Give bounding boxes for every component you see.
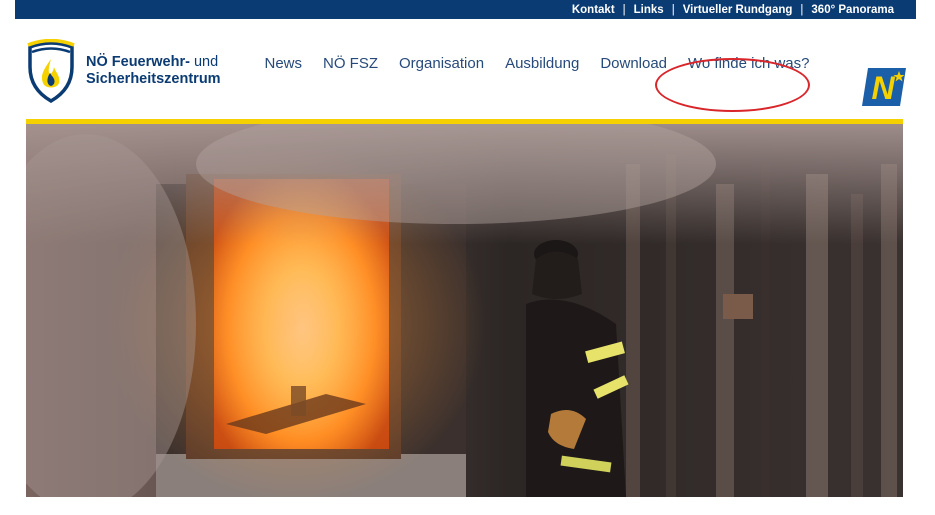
- logo-line1-bold: NÖ Feuerwehr-: [86, 54, 190, 70]
- hero-image: [26, 124, 903, 497]
- nav-news[interactable]: News: [254, 55, 313, 72]
- link-360-panorama[interactable]: 360° Panorama: [811, 4, 894, 16]
- logo-line1-light: und: [189, 54, 219, 70]
- link-links[interactable]: Links: [634, 4, 664, 16]
- site-header: NÖ Feuerwehr- und Sicherheitszentrum New…: [0, 19, 935, 119]
- nav-wo-finde-ich-was[interactable]: Wo finde ich was?: [678, 55, 820, 72]
- noe-state-logo-icon[interactable]: N: [862, 68, 906, 106]
- nav-noe-fsz[interactable]: NÖ FSZ: [313, 55, 389, 72]
- nav-ausbildung[interactable]: Ausbildung: [495, 55, 590, 72]
- logo-text: NÖ Feuerwehr- und Sicherheitszentrum: [86, 54, 221, 88]
- top-utility-bar: Kontakt | Links | Virtueller Rundgang | …: [15, 0, 916, 19]
- logo-line2: Sicherheitszentrum: [86, 71, 221, 87]
- hero-fire-scene: [26, 124, 903, 497]
- separator: |: [671, 3, 675, 16]
- site-logo[interactable]: NÖ Feuerwehr- und Sicherheitszentrum: [26, 39, 226, 103]
- fire-service-shield-logo-icon: [27, 39, 75, 103]
- utility-links: Kontakt | Links | Virtueller Rundgang | …: [572, 4, 916, 16]
- separator: |: [800, 3, 804, 16]
- nav-download[interactable]: Download: [590, 55, 678, 72]
- main-navigation: News NÖ FSZ Organisation Ausbildung Down…: [254, 55, 820, 72]
- noe-logo-letter: N: [871, 70, 895, 106]
- nav-organisation[interactable]: Organisation: [389, 55, 495, 72]
- link-virtueller-rundgang[interactable]: Virtueller Rundgang: [683, 4, 793, 16]
- separator: |: [622, 3, 626, 16]
- link-kontakt[interactable]: Kontakt: [572, 4, 615, 16]
